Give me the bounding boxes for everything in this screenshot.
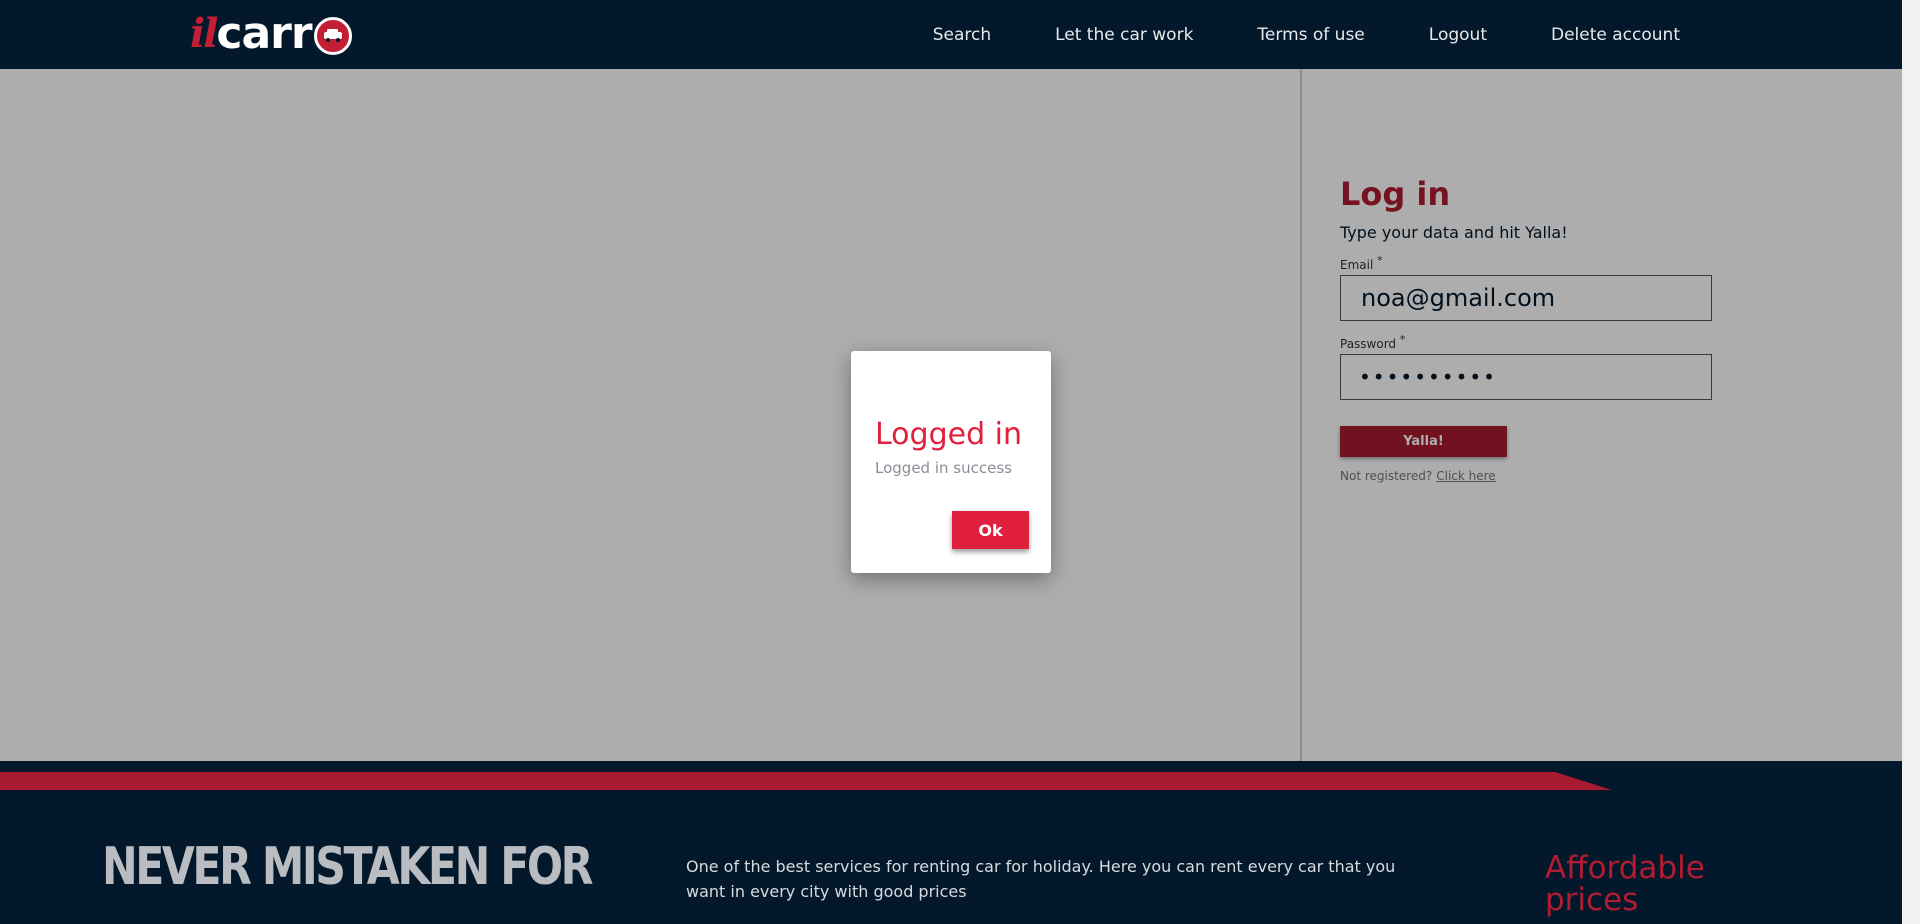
ok-button[interactable]: Ok: [952, 511, 1029, 549]
footer-description: One of the best services for renting car…: [686, 857, 1396, 901]
car-icon: [313, 17, 352, 55]
nav-delete-account[interactable]: Delete account: [1551, 25, 1680, 45]
footer: NEVER MISTAKEN FOR One of the best servi…: [0, 790, 1902, 924]
dialog-title: Logged in: [875, 417, 1023, 452]
footer-feature-heading: Affordable prices: [1545, 850, 1705, 918]
main-nav: Search Let the car work Terms of use Log…: [869, 0, 1680, 69]
nav-search[interactable]: Search: [933, 25, 991, 45]
top-navbar: il carr Search Let the car work Terms of…: [0, 0, 1902, 69]
nav-terms-of-use[interactable]: Terms of use: [1257, 25, 1364, 45]
nav-logout[interactable]: Logout: [1429, 25, 1487, 45]
ilcarro-logo[interactable]: il carr: [190, 8, 352, 59]
logged-in-dialog: Logged in Logged in success Ok: [851, 351, 1051, 573]
logo-text-il: il: [190, 9, 218, 57]
footer-red-stripe: [0, 772, 1612, 790]
page-scrollbar[interactable]: [1902, 0, 1920, 924]
nav-let-the-car-work[interactable]: Let the car work: [1055, 25, 1193, 45]
dialog-message: Logged in success: [875, 459, 1012, 477]
footer-slogan: NEVER MISTAKEN FOR: [102, 837, 594, 897]
logo-text-carr: carr: [216, 7, 312, 59]
